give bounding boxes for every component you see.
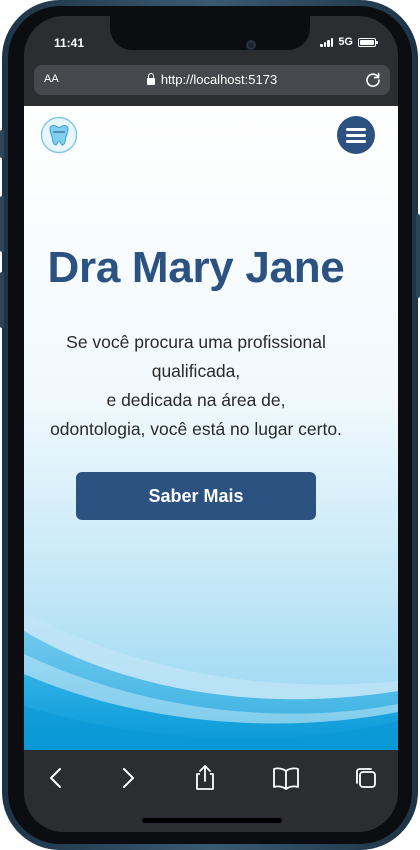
volume-down-button (0, 272, 4, 328)
hero-title: Dra Mary Jane (47, 243, 345, 292)
menu-line-icon (346, 133, 366, 137)
saber-mais-button[interactable]: Saber Mais (76, 472, 316, 520)
url-container[interactable]: http://localhost:5173 (34, 72, 390, 87)
bookmarks-icon[interactable] (270, 762, 302, 794)
tooth-logo-icon[interactable] (40, 116, 78, 154)
hero-text-line: e dedicada na área de, (106, 390, 286, 410)
network-label: 5G (338, 36, 353, 48)
camera-icon (246, 40, 256, 50)
status-time: 11:41 (54, 36, 85, 50)
home-indicator (142, 818, 282, 823)
phone-screen: 11:41 5G AA http://localhost:5173 Dra Ma… (24, 16, 398, 832)
hamburger-menu-button[interactable] (337, 116, 375, 154)
menu-line-icon (346, 139, 366, 143)
lock-icon (146, 73, 155, 85)
share-icon[interactable] (189, 762, 221, 794)
side-button (0, 130, 4, 158)
web-content: Dra Mary Jane Se você procura uma profis… (24, 106, 398, 751)
back-icon[interactable] (40, 762, 72, 794)
signal-icon (320, 37, 334, 47)
power-button (416, 214, 420, 298)
hero-description: Se você procura uma profissional qualifi… (36, 328, 356, 444)
hero-text-line: Se você procura uma profissional (66, 332, 326, 352)
tabs-icon[interactable] (350, 762, 382, 794)
hero-text-line: qualificada, (151, 361, 241, 381)
battery-icon (358, 37, 378, 47)
menu-line-icon (346, 127, 366, 131)
hero-text-line: odontologia, você está no lugar certo. (50, 419, 342, 439)
reload-icon[interactable] (364, 71, 382, 89)
address-bar[interactable]: AA http://localhost:5173 (34, 65, 390, 95)
url-text[interactable]: http://localhost:5173 (161, 72, 277, 87)
status-indicators: 5G (320, 36, 378, 48)
notch (110, 16, 310, 50)
forward-icon[interactable] (112, 762, 144, 794)
volume-up-button (0, 196, 4, 252)
